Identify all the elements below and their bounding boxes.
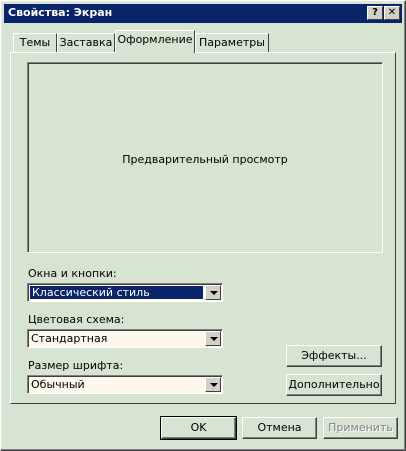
font-size-value: Обычный: [31, 378, 85, 391]
tab-themes[interactable]: Темы: [13, 33, 57, 53]
cancel-button[interactable]: Отмена: [242, 417, 317, 439]
apply-button[interactable]: Применить: [323, 417, 398, 439]
windows-buttons-select[interactable]: Классический стиль: [27, 283, 223, 302]
display-properties-window: Свойства: Экран ? ✕ Темы Заставка Оформл…: [0, 0, 406, 451]
font-size-label: Размер шрифта:: [28, 359, 124, 372]
tab-appearance[interactable]: Оформление: [115, 30, 195, 53]
preview-text: Предварительный просмотр: [122, 153, 288, 166]
close-button[interactable]: ✕: [384, 6, 400, 20]
ok-button[interactable]: OK: [160, 416, 237, 440]
color-scheme-select[interactable]: Стандартная: [27, 329, 223, 348]
help-button[interactable]: ?: [367, 6, 383, 20]
close-icon: ✕: [387, 7, 397, 18]
advanced-button[interactable]: Дополнительно: [286, 374, 382, 396]
preview-area: Предварительный просмотр: [27, 62, 383, 253]
help-icon: ?: [372, 7, 378, 18]
windows-buttons-label: Окна и кнопки:: [28, 267, 117, 280]
color-scheme-dropdown-button[interactable]: [205, 331, 221, 346]
windows-buttons-dropdown-button[interactable]: [205, 285, 221, 300]
font-size-select[interactable]: Обычный: [27, 375, 223, 394]
window-title: Свойства: Экран: [8, 6, 113, 19]
font-size-dropdown-button[interactable]: [205, 377, 221, 392]
color-scheme-value: Стандартная: [31, 332, 108, 345]
tab-screensaver[interactable]: Заставка: [57, 33, 115, 53]
color-scheme-label: Цветовая схема:: [28, 313, 125, 326]
windows-buttons-value: Классический стиль: [32, 286, 150, 299]
effects-button[interactable]: Эффекты...: [286, 345, 382, 367]
chevron-down-icon: [210, 337, 218, 341]
title-bar[interactable]: Свойства: Экран ? ✕: [4, 4, 402, 23]
chevron-down-icon: [210, 383, 218, 387]
tab-settings[interactable]: Параметры: [195, 33, 269, 53]
chevron-down-icon: [210, 291, 218, 295]
